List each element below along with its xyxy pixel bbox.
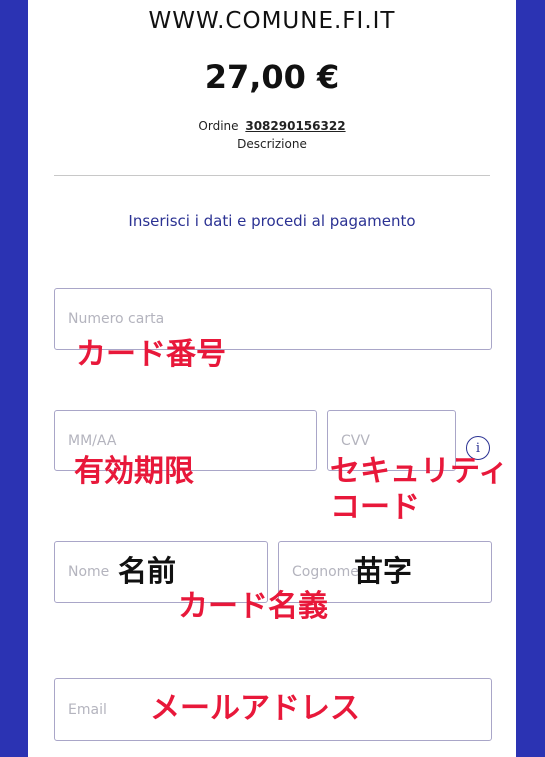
- annotation-email: メールアドレス: [150, 691, 360, 726]
- order-info: Ordine 308290156322: [28, 119, 516, 133]
- order-label: Ordine: [198, 119, 239, 133]
- annotation-first-name: 名前: [118, 554, 177, 588]
- merchant-name: WWW.COMUNE.FI.IT: [148, 8, 396, 34]
- expiry-input[interactable]: [68, 432, 316, 449]
- annotation-security-code-line1: セキュリティ: [330, 454, 509, 489]
- divider: [54, 175, 490, 176]
- annotation-cardholder-name: カード名義: [178, 589, 328, 624]
- payment-panel: WWW.COMUNE.FI.IT 27,00 € Ordine 30829015…: [28, 0, 516, 757]
- order-number: 308290156322: [245, 119, 346, 133]
- card-number-input[interactable]: [68, 311, 491, 327]
- annotation-card-number: カード番号: [76, 337, 226, 372]
- form-instructions: Inserisci i dati e procedi al pagamento: [128, 212, 416, 230]
- order-description: Descrizione: [237, 137, 307, 151]
- annotation-expiry: 有効期限: [74, 454, 194, 489]
- cvv-input[interactable]: [341, 432, 455, 449]
- payment-amount: 27,00 €: [204, 58, 340, 96]
- annotation-security-code-line2: コード: [330, 490, 420, 525]
- annotation-last-name: 苗字: [354, 554, 413, 588]
